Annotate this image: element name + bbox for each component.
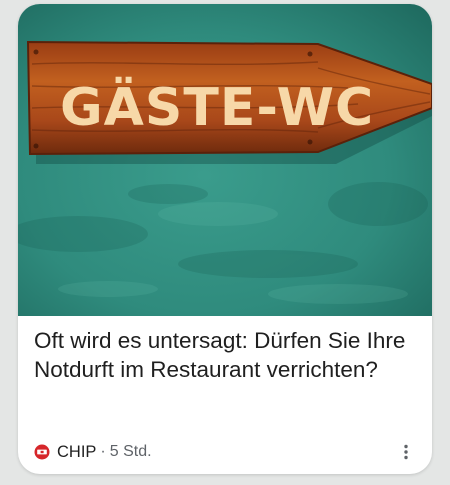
more-vert-icon [404, 444, 408, 460]
separator-dot: · [100, 443, 106, 460]
published-age: 5 Std. [109, 443, 152, 460]
more-options-button[interactable] [394, 440, 418, 464]
sign-text: GÄSTE-WC [60, 77, 374, 138]
article-image[interactable]: GÄSTE-WC [18, 4, 432, 316]
publisher-name[interactable]: CHIP [57, 443, 96, 462]
article-headline[interactable]: Oft wird es untersagt: Dürfen Sie Ihre N… [34, 326, 418, 384]
news-card[interactable]: GÄSTE-WC Oft wird es untersagt: Dürfen S… [18, 4, 432, 474]
source-row: CHIP · 5 Std. [34, 440, 418, 464]
chip-logo-icon [34, 444, 50, 460]
